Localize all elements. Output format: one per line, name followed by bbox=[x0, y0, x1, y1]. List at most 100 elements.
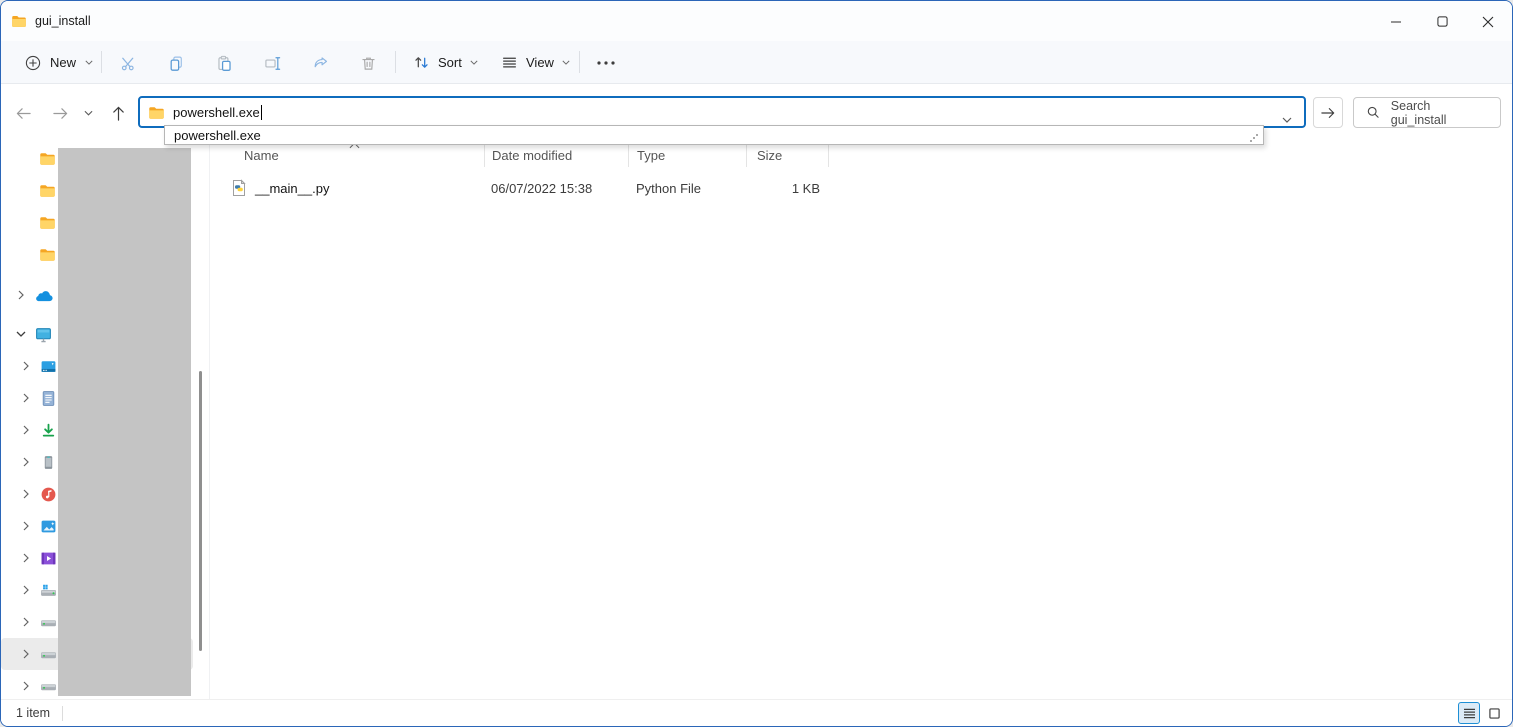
folder-icon bbox=[39, 246, 56, 263]
drive-icon bbox=[40, 614, 57, 631]
paste-button[interactable] bbox=[205, 48, 243, 78]
chevron-right-icon[interactable] bbox=[20, 361, 32, 371]
view-icon bbox=[501, 54, 518, 71]
chevron-down-icon[interactable] bbox=[15, 331, 27, 337]
os-drive-icon bbox=[40, 582, 57, 599]
chevron-right-icon[interactable] bbox=[20, 489, 32, 499]
forward-arrow-icon bbox=[52, 106, 69, 121]
chevron-right-icon[interactable] bbox=[20, 393, 32, 403]
rename-button[interactable] bbox=[253, 48, 291, 78]
sort-button-label: Sort bbox=[438, 55, 462, 70]
close-button[interactable] bbox=[1465, 2, 1511, 41]
large-icons-view-icon bbox=[1489, 708, 1500, 719]
toolbar-divider bbox=[101, 51, 102, 73]
trash-icon bbox=[360, 55, 377, 72]
rename-icon bbox=[264, 55, 281, 72]
drive-icon bbox=[40, 678, 57, 695]
drive-icon bbox=[40, 646, 57, 663]
chevron-right-icon[interactable] bbox=[20, 521, 32, 531]
pictures-icon bbox=[40, 518, 57, 535]
chevron-down-icon bbox=[562, 60, 570, 65]
back-arrow-icon bbox=[15, 106, 32, 121]
recent-locations-button[interactable] bbox=[77, 97, 99, 129]
text-cursor bbox=[261, 105, 262, 120]
file-explorer-window: gui_install New bbox=[0, 0, 1513, 727]
chevron-right-icon[interactable] bbox=[20, 649, 32, 659]
details-view-icon bbox=[1463, 708, 1476, 719]
resize-grip-icon[interactable] bbox=[1250, 132, 1260, 142]
music-icon bbox=[40, 486, 57, 503]
up-button[interactable] bbox=[102, 97, 135, 129]
chevron-right-icon[interactable] bbox=[20, 681, 32, 691]
column-headers: Name Date modified Type Size bbox=[210, 142, 1512, 169]
up-arrow-icon bbox=[111, 105, 126, 122]
chevron-right-icon[interactable] bbox=[20, 457, 32, 467]
column-separator bbox=[828, 145, 829, 167]
toolbar-divider bbox=[395, 51, 396, 73]
large-icons-view-button[interactable] bbox=[1483, 702, 1505, 724]
chevron-right-icon[interactable] bbox=[20, 425, 32, 435]
sort-button[interactable]: Sort bbox=[405, 47, 486, 78]
search-input[interactable]: Search gui_install bbox=[1353, 97, 1501, 128]
folder-icon bbox=[39, 214, 56, 231]
folder-icon bbox=[39, 150, 56, 167]
item-count: 1 item bbox=[16, 706, 50, 720]
minimize-button[interactable] bbox=[1373, 2, 1419, 41]
folder-icon bbox=[11, 13, 27, 29]
redacted-labels-overlay bbox=[58, 148, 191, 696]
delete-button[interactable] bbox=[349, 48, 387, 78]
chevron-right-icon[interactable] bbox=[15, 290, 27, 300]
new-button[interactable]: New bbox=[15, 47, 103, 78]
chevron-right-icon[interactable] bbox=[20, 553, 32, 563]
file-size: 1 KB bbox=[746, 181, 828, 196]
file-type: Python File bbox=[628, 181, 746, 196]
back-button[interactable] bbox=[7, 97, 40, 129]
chevron-down-icon bbox=[470, 60, 478, 65]
file-list-pane: Name Date modified Type Size __main__.py… bbox=[210, 141, 1512, 699]
documents-icon bbox=[40, 390, 57, 407]
status-divider bbox=[62, 706, 63, 721]
cut-icon bbox=[120, 55, 137, 72]
chevron-down-icon bbox=[84, 110, 93, 116]
sort-icon bbox=[413, 54, 430, 71]
column-header-type[interactable]: Type bbox=[628, 145, 746, 167]
copy-button[interactable] bbox=[157, 48, 195, 78]
onedrive-cloud-icon bbox=[35, 289, 54, 302]
address-bar-input[interactable]: powershell.exe bbox=[138, 96, 1306, 128]
search-icon bbox=[1366, 105, 1381, 120]
column-header-name[interactable]: Name bbox=[210, 145, 484, 167]
window-title: gui_install bbox=[35, 14, 91, 28]
title-bar: gui_install bbox=[1, 1, 1512, 41]
folder-icon bbox=[39, 182, 56, 199]
column-header-size[interactable]: Size bbox=[746, 145, 828, 167]
forward-button[interactable] bbox=[44, 97, 77, 129]
file-date-modified: 06/07/2022 15:38 bbox=[484, 181, 628, 196]
share-button[interactable] bbox=[301, 48, 339, 78]
copy-icon bbox=[168, 55, 185, 72]
chevron-right-icon[interactable] bbox=[20, 617, 32, 627]
python-file-icon bbox=[230, 179, 248, 197]
close-icon bbox=[1482, 16, 1494, 28]
downloads-icon bbox=[40, 422, 57, 439]
address-dropdown-button[interactable] bbox=[1282, 110, 1292, 128]
autocomplete-suggestion[interactable]: powershell.exe bbox=[174, 128, 261, 143]
see-more-button[interactable] bbox=[587, 48, 625, 78]
new-button-label: New bbox=[50, 55, 76, 70]
view-button-label: View bbox=[526, 55, 554, 70]
go-arrow-icon bbox=[1320, 106, 1336, 120]
ellipsis-icon bbox=[597, 61, 615, 65]
minimize-icon bbox=[1390, 16, 1402, 28]
cut-button[interactable] bbox=[109, 48, 147, 78]
go-to-button[interactable] bbox=[1313, 97, 1343, 128]
status-bar: 1 item bbox=[1, 699, 1512, 726]
view-toggles bbox=[1458, 702, 1505, 724]
videos-icon bbox=[40, 550, 57, 567]
chevron-right-icon[interactable] bbox=[20, 585, 32, 595]
column-header-date-modified[interactable]: Date modified bbox=[484, 145, 628, 167]
maximize-button[interactable] bbox=[1419, 2, 1465, 41]
file-row[interactable]: __main__.py 06/07/2022 15:38 Python File… bbox=[210, 175, 1512, 201]
sidebar-scrollbar[interactable] bbox=[199, 371, 202, 651]
details-view-button[interactable] bbox=[1458, 702, 1480, 724]
share-icon bbox=[312, 55, 329, 72]
view-button[interactable]: View bbox=[493, 47, 578, 78]
